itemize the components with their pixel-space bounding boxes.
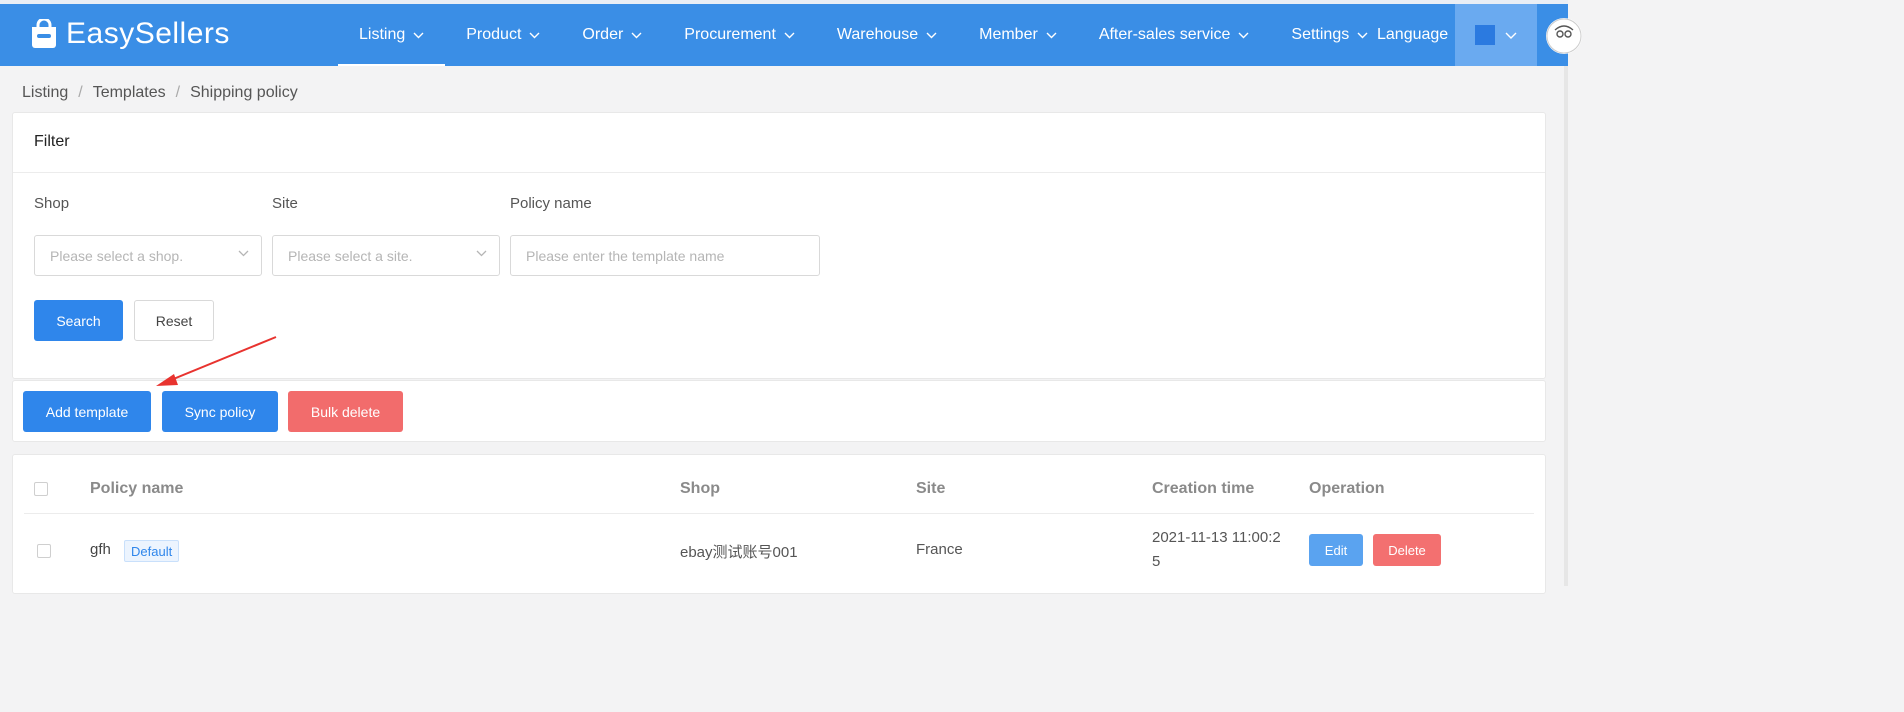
chevron-down-icon [529,32,540,38]
shop-cell: ebay测试账号001 [680,544,798,561]
edit-button[interactable]: Edit [1309,534,1363,566]
column-header-policy-name: Policy name [90,480,184,497]
add-template-button[interactable]: Add template [23,391,151,432]
top-navbar: EasySellers Listing Product Order Procur… [0,4,1582,66]
nav-item-label: Order [582,26,624,43]
nav-item-label: Member [979,26,1038,43]
sync-policy-button[interactable]: Sync policy [162,391,278,432]
nav-item-procurement[interactable]: Procurement [663,4,816,66]
nav-item-listing[interactable]: Listing [338,4,446,66]
chevron-down-icon [476,250,487,257]
select-all-checkbox[interactable] [34,482,48,496]
chevron-down-icon [1046,32,1057,38]
row-checkbox[interactable] [37,544,51,558]
annotation-arrow [156,336,277,386]
site-cell: France [916,541,963,558]
shop-label: Shop [34,195,70,212]
language-label: Language [1377,26,1449,43]
nav-item-label: Warehouse [836,26,919,43]
breadcrumb-separator: / [175,84,181,101]
site-select-placeholder: Please select a site. [288,247,413,264]
user-square-icon [1475,25,1495,45]
chevron-down-icon [238,250,249,257]
nav-item-label: Listing [359,26,406,43]
header-divider [24,513,1534,514]
nav-item-label: Product [466,26,522,43]
nav-item-order[interactable]: Order [561,4,663,66]
language-selector[interactable]: Language [1377,4,1448,66]
breadcrumb-separator: / [78,84,83,101]
chevron-down-icon [784,32,795,38]
chevron-down-icon [926,32,937,38]
policy-name-placeholder: Please enter the template name [526,247,725,264]
shop-select[interactable]: Please select a shop. [34,235,262,276]
column-header-site: Site [916,480,946,497]
chevron-down-icon [631,32,642,38]
chevron-down-icon [1238,32,1249,38]
breadcrumb-item-listing[interactable]: Listing [22,84,68,102]
breadcrumb: Listing / Templates / Shipping policy [22,84,298,102]
creation-time-cell-line1: 2021-11-13 11:00:2 [1152,529,1281,546]
column-header-operation: Operation [1309,480,1385,497]
user-menu[interactable] [1455,4,1537,66]
site-label: Site [272,195,298,212]
avatar-face-icon [1546,18,1582,54]
bulk-delete-button[interactable]: Bulk delete [288,391,403,432]
chevron-down-icon [413,32,424,38]
filter-divider [13,172,1545,173]
logo-bag-icon [32,19,56,48]
delete-button[interactable]: Delete [1373,534,1441,566]
breadcrumb-item-current: Shipping policy [190,84,298,101]
brand-name: EasySellers [66,17,230,50]
page-scrollbar[interactable] [1564,66,1568,586]
site-select[interactable]: Please select a site. [272,235,500,276]
default-badge: Default [124,540,180,562]
nav-item-after-sales[interactable]: After-sales service [1078,4,1271,66]
nav-item-label: Settings [1291,26,1350,43]
column-header-creation-time: Creation time [1152,480,1255,497]
nav-item-label: After-sales service [1098,26,1231,43]
avatar[interactable] [1546,18,1582,54]
search-button[interactable]: Search [34,300,123,341]
policy-name-cell: gfh [90,541,111,558]
policy-name-input[interactable]: Please enter the template name [510,235,820,276]
nav-item-member[interactable]: Member [958,4,1078,66]
creation-time-cell-line2: 5 [1152,553,1161,570]
breadcrumb-item-templates[interactable]: Templates [93,84,166,102]
nav-item-product[interactable]: Product [445,4,561,66]
brand-logo[interactable]: EasySellers [28,17,230,51]
filter-title: Filter [34,133,70,150]
policy-table [12,454,1546,594]
column-header-shop: Shop [680,480,720,497]
chevron-down-icon [1357,32,1368,38]
chevron-down-icon [1505,32,1517,39]
nav-item-settings[interactable]: Settings [1270,4,1389,66]
main-nav: Listing Product Order Procurement Wareho… [338,4,1389,66]
nav-item-label: Procurement [684,26,776,43]
policy-name-label: Policy name [510,195,592,212]
shop-select-placeholder: Please select a shop. [50,247,184,264]
nav-item-warehouse[interactable]: Warehouse [816,4,958,66]
